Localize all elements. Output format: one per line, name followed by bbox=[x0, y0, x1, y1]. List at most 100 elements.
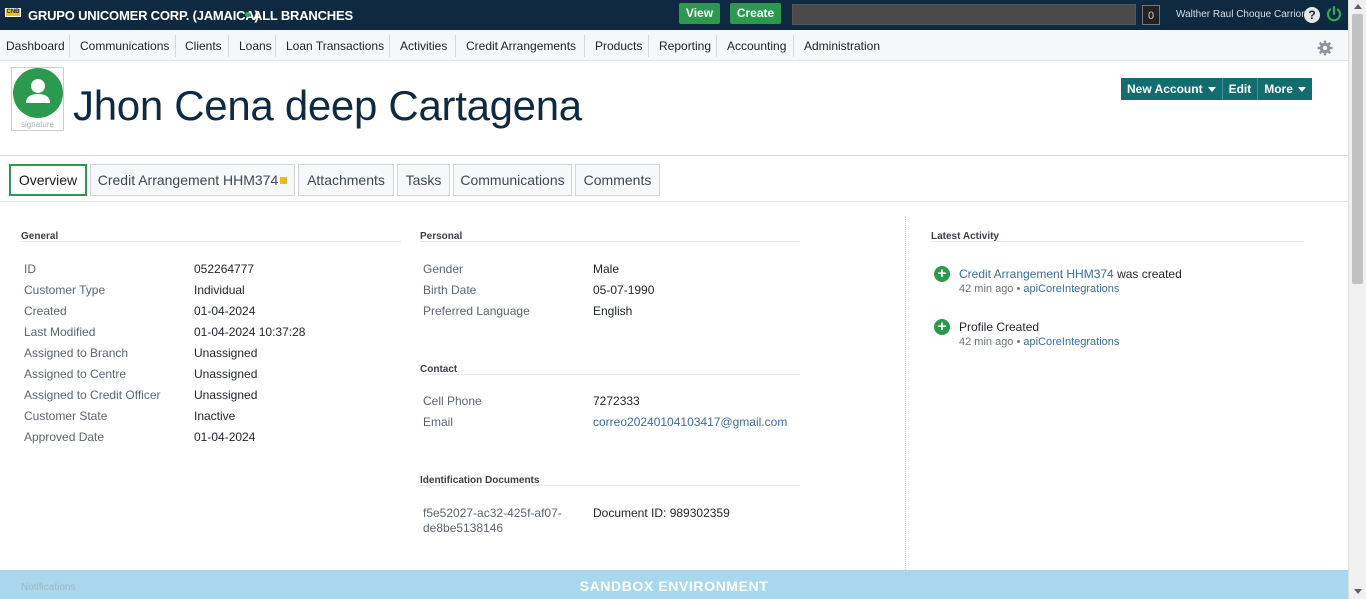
organization-name[interactable]: GRUPO UNICOMER CORP. (JAMAICA) bbox=[28, 8, 259, 23]
user-icon bbox=[26, 79, 50, 103]
field-label: Approved Date bbox=[24, 430, 105, 444]
field-label: Last Modified bbox=[24, 325, 96, 339]
tab-label: Attachments bbox=[307, 172, 385, 188]
email-link[interactable]: correo20240104103417@gmail.com bbox=[593, 415, 787, 429]
chevron-down-icon bbox=[1207, 87, 1216, 92]
page-title: Jhon Cena deep Cartagena bbox=[73, 82, 582, 129]
section-divider bbox=[420, 485, 800, 486]
field-label: Assigned to Branch bbox=[24, 346, 129, 360]
field-label: Assigned to Credit Officer bbox=[24, 388, 161, 402]
field-label: Gender bbox=[423, 262, 464, 276]
avatar-image bbox=[13, 68, 63, 118]
nav-divider bbox=[228, 35, 229, 57]
tab-label: Tasks bbox=[405, 172, 442, 188]
nav-divider bbox=[793, 35, 794, 57]
notification-count-badge[interactable]: 0 bbox=[1142, 5, 1160, 25]
gear-icon[interactable] bbox=[1317, 40, 1333, 56]
nav-divider bbox=[455, 35, 456, 57]
birth-date-value: 05-07-1990 bbox=[593, 283, 655, 297]
column-divider bbox=[905, 216, 906, 570]
field-label: Created bbox=[24, 304, 67, 318]
sandbox-banner: Notifications SANDBOX ENVIRONMENT bbox=[0, 570, 1348, 599]
nav-item-loans[interactable]: Loans bbox=[239, 39, 272, 53]
tab-attachments[interactable]: Attachments bbox=[298, 164, 394, 196]
nav-item-clients[interactable]: Clients bbox=[185, 39, 222, 53]
gender-value: Male bbox=[593, 262, 620, 276]
field-label: Customer Type bbox=[24, 283, 106, 297]
user-name[interactable]: Walther Raul Choque Carrion bbox=[1176, 9, 1307, 20]
tab-label: Communications bbox=[460, 172, 565, 188]
nav-item-reporting[interactable]: Reporting bbox=[659, 39, 711, 53]
last-modified-value: 01-04-2024 10:37:28 bbox=[194, 325, 306, 339]
header-divider bbox=[0, 155, 1348, 156]
preferred-language-value: English bbox=[593, 304, 633, 318]
section-divider bbox=[931, 241, 1304, 242]
tab-tasks[interactable]: Tasks bbox=[397, 164, 450, 196]
pending-status-icon bbox=[280, 177, 288, 184]
global-search-input[interactable] bbox=[792, 4, 1136, 25]
new-account-label: New Account bbox=[1127, 82, 1203, 96]
created-value: 01-04-2024 bbox=[194, 304, 256, 318]
edit-label: Edit bbox=[1228, 82, 1252, 96]
field-label: Email bbox=[423, 415, 454, 429]
tab-label: Credit Arrangement HHM374 bbox=[97, 172, 279, 188]
edit-button[interactable]: Edit bbox=[1223, 78, 1259, 100]
nav-item-credit-arrangements[interactable]: Credit Arrangements bbox=[466, 39, 576, 53]
tab-divider bbox=[0, 201, 1348, 202]
tab-comments[interactable]: Comments bbox=[575, 164, 660, 196]
create-button[interactable]: Create bbox=[730, 3, 781, 24]
field-label: ID bbox=[24, 262, 36, 276]
tab-communications[interactable]: Communications bbox=[453, 164, 572, 196]
nav-item-accounting[interactable]: Accounting bbox=[727, 39, 786, 53]
help-icon[interactable]: ? bbox=[1304, 7, 1320, 23]
scroll-thumb[interactable] bbox=[1352, 14, 1363, 284]
sandbox-text: SANDBOX ENVIRONMENT bbox=[579, 578, 769, 594]
tab-overview[interactable]: Overview bbox=[9, 164, 87, 196]
action-button-group: New Account Edit More bbox=[1121, 78, 1312, 100]
section-divider bbox=[420, 241, 800, 242]
page-scrollbar[interactable] bbox=[1348, 0, 1366, 599]
approved-date-value: 01-04-2024 bbox=[194, 430, 256, 444]
customer-type-value: Individual bbox=[194, 283, 245, 297]
more-button[interactable]: More bbox=[1258, 78, 1312, 100]
activity-item: Profile Created bbox=[959, 320, 1039, 334]
power-icon[interactable] bbox=[1325, 5, 1343, 23]
activity-user-link[interactable]: apiCoreIntegrations bbox=[1023, 336, 1119, 348]
client-id-value: 052264777 bbox=[194, 262, 255, 276]
activity-meta: 42 min ago • apiCoreIntegrations bbox=[959, 336, 1119, 348]
field-label: Customer State bbox=[24, 409, 108, 423]
document-key-line-2: de8be5138146 bbox=[423, 521, 504, 535]
new-account-button[interactable]: New Account bbox=[1121, 78, 1223, 100]
nav-item-activities[interactable]: Activities bbox=[400, 39, 447, 53]
branch-selector[interactable]: ALL BRANCHES bbox=[253, 8, 353, 23]
meta-separator: • bbox=[1013, 336, 1024, 348]
activity-user-link[interactable]: apiCoreIntegrations bbox=[1023, 283, 1119, 295]
nav-item-communications[interactable]: Communications bbox=[80, 39, 169, 53]
nav-divider bbox=[175, 35, 176, 57]
nav-item-loan-transactions[interactable]: Loan Transactions bbox=[286, 39, 384, 53]
plus-circle-icon: + bbox=[934, 266, 950, 282]
company-logo-icon: CNB bbox=[5, 8, 21, 17]
view-button[interactable]: View bbox=[679, 3, 720, 24]
main-navigation: Dashboard Communications Clients Loans L… bbox=[0, 30, 1348, 61]
plus-circle-icon: + bbox=[934, 319, 950, 335]
tab-credit-arrangement[interactable]: Credit Arrangement HHM374 bbox=[90, 164, 295, 196]
nav-item-products[interactable]: Products bbox=[595, 39, 642, 53]
top-bar: CNB GRUPO UNICOMER CORP. (JAMAICA) ● ALL… bbox=[0, 0, 1366, 30]
section-divider bbox=[420, 374, 800, 375]
document-key-line-1: f5e52027-ac32-425f-af07- bbox=[423, 506, 562, 520]
credit-arrangement-link[interactable]: Credit Arrangement HHM374 bbox=[959, 267, 1114, 281]
activity-time: 42 min ago bbox=[959, 283, 1014, 295]
nav-divider bbox=[716, 35, 717, 57]
scroll-up-icon[interactable] bbox=[1354, 4, 1362, 9]
nav-item-dashboard[interactable]: Dashboard bbox=[6, 39, 65, 53]
client-avatar[interactable]: signature bbox=[11, 67, 64, 131]
nav-item-administration[interactable]: Administration bbox=[804, 39, 880, 53]
field-label: Cell Phone bbox=[423, 394, 482, 408]
avatar-caption: signature bbox=[21, 120, 54, 129]
field-label: Assigned to Centre bbox=[24, 367, 127, 381]
scroll-down-icon[interactable] bbox=[1354, 589, 1362, 594]
tab-label: Comments bbox=[583, 172, 652, 188]
section-divider bbox=[21, 241, 401, 242]
field-label: Birth Date bbox=[423, 283, 477, 297]
